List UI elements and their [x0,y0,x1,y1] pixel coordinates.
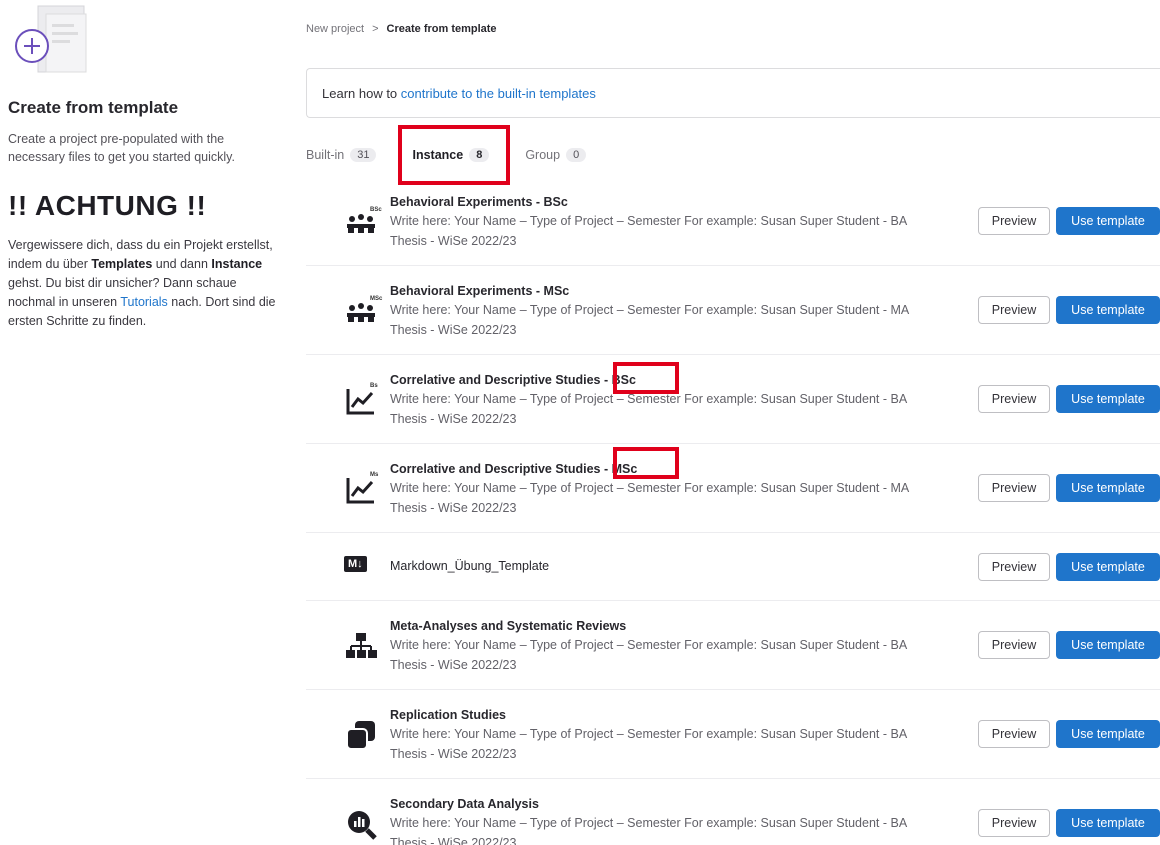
template-description: Write here: Your Name – Type of Project … [390,727,908,741]
breadcrumb: New project > Create from template [306,23,497,35]
template-title: Correlative and Descriptive Studies - MS… [390,462,638,476]
use-template-button[interactable]: Use template [1056,296,1160,324]
template-description: Write here: Your Name – Type of Project … [390,392,908,406]
trend-chart-icon: Bs [344,383,378,417]
preview-button[interactable]: Preview [978,207,1050,235]
template-description: Thesis - WiSe 2022/23 [390,234,517,248]
icon-tag: MSc [370,296,383,302]
use-template-button[interactable]: Use template [1056,553,1160,581]
template-title: Replication Studies [390,708,506,722]
hierarchy-icon [344,629,378,663]
template-text: Meta-Analyses and Systematic Reviews Wri… [390,617,970,675]
template-text: Replication Studies Write here: Your Nam… [390,706,970,764]
template-description: Thesis - WiSe 2022/23 [390,501,517,515]
template-row: BSc Behavioral Experiments - BSc Write h… [306,177,1160,266]
use-template-button[interactable]: Use template [1056,474,1160,502]
warning-heading: !! ACHTUNG !! [8,190,207,221]
preview-button[interactable]: Preview [978,809,1050,837]
template-text: Markdown_Übung_Template [390,557,970,575]
chevron-right-icon: > [372,23,379,35]
template-text: Behavioral Experiments - BSc Write here:… [390,193,970,251]
preview-button[interactable]: Preview [978,553,1050,581]
tab-group[interactable]: Group 0 [525,126,587,184]
template-title: Markdown_Übung_Template [390,559,550,573]
preview-button[interactable]: Preview [978,296,1050,324]
tab-label: Built-in [306,148,345,162]
template-description: Write here: Your Name – Type of Project … [390,214,908,228]
breadcrumb-current: Create from template [386,23,497,35]
template-title: Behavioral Experiments - BSc [390,195,568,209]
preview-button[interactable]: Preview [978,631,1050,659]
template-title: Correlative and Descriptive Studies - BS… [390,373,636,387]
template-description: Write here: Your Name – Type of Project … [390,303,910,317]
tutorials-link[interactable]: Tutorials [120,295,167,309]
template-list: BSc Behavioral Experiments - BSc Write h… [306,177,1160,845]
template-row: Bs Correlative and Descriptive Studies -… [306,355,1160,444]
new-project-illustration [8,0,98,80]
trend-chart-icon: Ms [344,472,378,506]
copy-squares-icon [344,718,378,752]
template-text: Correlative and Descriptive Studies - MS… [390,460,970,518]
use-template-button[interactable]: Use template [1056,385,1160,413]
sidebar-description: Create a project pre-populated with the … [8,132,235,164]
template-row: Secondary Data Analysis Write here: Your… [306,779,1160,845]
markdown-badge: M↓ [344,556,367,572]
template-description: Thesis - WiSe 2022/23 [390,747,517,761]
template-description: Thesis - WiSe 2022/23 [390,412,517,426]
tab-built-in[interactable]: Built-in 31 [306,126,377,184]
warning-text-bold-templates: Templates [91,257,153,271]
breadcrumb-new-project[interactable]: New project [306,23,364,35]
tab-count-badge: 0 [566,148,587,162]
template-description: Thesis - WiSe 2022/23 [390,323,517,337]
template-description: Thesis - WiSe 2022/23 [390,836,517,845]
template-text: Behavioral Experiments - MSc Write here:… [390,282,970,340]
template-title: Secondary Data Analysis [390,797,539,811]
icon-tag: Ms [370,472,379,478]
template-description: Write here: Your Name – Type of Project … [390,816,908,830]
preview-button[interactable]: Preview [978,720,1050,748]
info-text: Learn how to [322,86,401,101]
template-text: Correlative and Descriptive Studies - BS… [390,371,970,429]
tab-label: Group [525,148,561,162]
main-content: New project > Create from template Learn… [306,0,1160,845]
tab-count-badge: 31 [350,148,377,162]
template-row: MSc Behavioral Experiments - MSc Write h… [306,266,1160,355]
warning-text: Vergewissere dich, dass du ein Projekt e… [8,236,278,331]
template-description: Write here: Your Name – Type of Project … [390,638,908,652]
sidebar-title: Create from template [8,98,179,117]
template-row: Replication Studies Write here: Your Nam… [306,690,1160,779]
template-row: Meta-Analyses and Systematic Reviews Wri… [306,601,1160,690]
template-title: Behavioral Experiments - MSc [390,284,570,298]
template-title: Meta-Analyses and Systematic Reviews [390,619,627,633]
template-row: Ms Correlative and Descriptive Studies -… [306,444,1160,533]
warning-text-bold-instance: Instance [211,257,263,271]
tab-label: Instance [412,148,464,162]
magnifier-chart-icon [344,807,378,841]
template-tabs: Built-in 31 Instance 8 Group 0 [306,125,1160,185]
use-template-button[interactable]: Use template [1056,809,1160,837]
tab-count-badge: 8 [469,148,490,162]
sidebar: Create from template Create a project pr… [8,0,278,328]
preview-button[interactable]: Preview [978,385,1050,413]
icon-tag: BSc [370,207,382,213]
template-text: Secondary Data Analysis Write here: Your… [390,795,970,845]
use-template-button[interactable]: Use template [1056,720,1160,748]
template-row: M↓ Markdown_Übung_Template Preview Use t… [306,533,1160,601]
people-table-icon: BSc [344,205,382,239]
markdown-icon: M↓ [344,554,380,578]
template-description: Write here: Your Name – Type of Project … [390,481,910,495]
tab-instance[interactable]: Instance 8 [398,126,503,184]
use-template-button[interactable]: Use template [1056,631,1160,659]
use-template-button[interactable]: Use template [1056,207,1160,235]
preview-button[interactable]: Preview [978,474,1050,502]
info-alert: Learn how to contribute to the built-in … [306,68,1160,118]
template-description: Thesis - WiSe 2022/23 [390,658,517,672]
contribute-link[interactable]: contribute to the built-in templates [401,86,596,101]
warning-text-part: und dann [152,257,212,271]
icon-tag: Bs [370,383,378,389]
people-table-icon: MSc [344,294,382,328]
